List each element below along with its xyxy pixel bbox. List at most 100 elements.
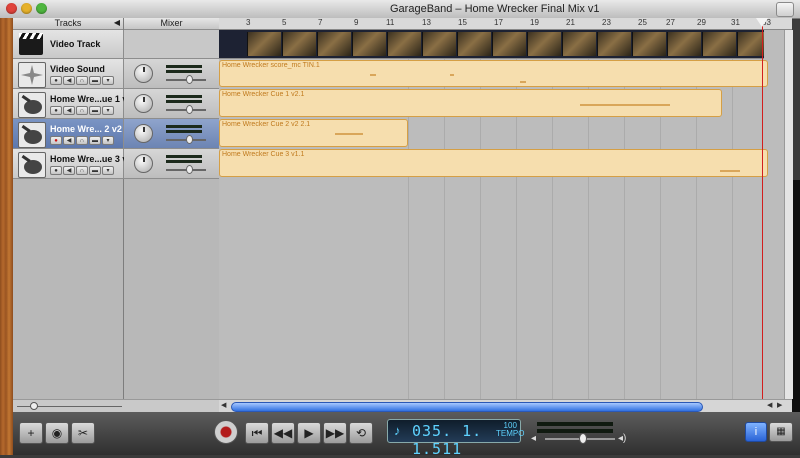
mute-button[interactable]: ◀ [63, 106, 75, 115]
record-enable-button[interactable]: ● [50, 166, 62, 175]
track-header[interactable]: Video Sound ● ◀ ∩ ▬ ▾ [13, 59, 124, 88]
lock-button[interactable]: ▬ [89, 136, 101, 145]
ruler-number: 7 [318, 18, 323, 27]
play-button[interactable]: ▶ [297, 422, 321, 444]
pan-knob[interactable] [134, 124, 153, 143]
solo-button[interactable]: ∩ [76, 76, 88, 85]
playhead[interactable] [762, 18, 763, 400]
video-frame [737, 32, 764, 56]
pan-knob[interactable] [134, 154, 153, 173]
waveform [720, 170, 740, 172]
level-meter-right [166, 160, 202, 163]
video-thumbnail-strip[interactable] [219, 30, 764, 59]
horizontal-scrollbar[interactable]: ◀ ◀ ▶ [219, 399, 792, 413]
video-frame [632, 32, 666, 56]
track-header-selected[interactable]: Home Wre... 2 v2 2 ● ◀ ∩ ▬ ▾ [13, 119, 129, 148]
guitar-icon [18, 92, 46, 118]
ruler-number: 23 [602, 18, 611, 27]
track-menu-button[interactable]: ▾ [102, 106, 114, 115]
fast-forward-button[interactable]: ▶▶ [323, 422, 347, 444]
region-label: Home Wrecker Cue 2 v2 2.1 [222, 121, 311, 128]
video-frame [247, 32, 281, 56]
record-enable-button[interactable]: ● [50, 136, 62, 145]
audio-region[interactable]: Home Wrecker Cue 2 v2 2.1 [219, 119, 408, 147]
lock-button[interactable]: ▬ [89, 106, 101, 115]
pan-knob[interactable] [134, 64, 153, 83]
zoom-window-button[interactable] [36, 3, 47, 14]
mute-button[interactable]: ◀ [63, 166, 75, 175]
track-row[interactable]: Home Wre...ue 3 v1 ● ◀ ∩ ▬ ▾ [13, 149, 219, 179]
video-frame [562, 32, 596, 56]
add-track-button[interactable]: + [19, 422, 43, 444]
record-enable-button[interactable]: ● [50, 106, 62, 115]
master-volume-thumb[interactable] [579, 433, 587, 444]
scroll-right-icon[interactable]: ▶ [777, 401, 782, 409]
lcd-display[interactable]: ♪ 035. 1. 1.511 100 TEMPO [387, 419, 524, 458]
video-frame [492, 32, 526, 56]
playhead-handle[interactable] [756, 18, 768, 27]
editor-button[interactable]: ✂ [71, 422, 95, 444]
track-row[interactable]: Home Wre...ue 1 v2 ● ◀ ∩ ▬ ▾ [13, 89, 219, 119]
zoom-slider-thumb[interactable] [30, 402, 38, 410]
horizontal-scroll-thumb[interactable] [231, 402, 703, 412]
mute-button[interactable]: ◀ [63, 76, 75, 85]
timeline-ruler[interactable]: 3 5 7 9 11 13 15 17 19 21 23 25 27 29 31… [219, 18, 792, 30]
media-icon: ▦ [776, 426, 786, 437]
audio-region[interactable]: Home Wrecker Cue 1 v2.1 [219, 89, 722, 117]
audio-region[interactable]: Home Wrecker score_mc TIN.1 [219, 60, 768, 87]
track-menu-button[interactable]: ▾ [102, 166, 114, 175]
volume-slider-thumb[interactable] [186, 165, 193, 174]
pan-knob[interactable] [134, 94, 153, 113]
mixer-header: Mixer [124, 18, 219, 30]
volume-slider-thumb[interactable] [186, 75, 193, 84]
lock-button[interactable]: ▬ [89, 76, 101, 85]
track-header[interactable]: Home Wre...ue 3 v1 ● ◀ ∩ ▬ ▾ [13, 149, 132, 178]
ruler-number: 21 [566, 18, 575, 27]
ruler-number: 19 [530, 18, 539, 27]
solo-button[interactable]: ∩ [76, 106, 88, 115]
loop-browser-button[interactable]: ◉ [45, 422, 69, 444]
vertical-scrollbar[interactable] [784, 30, 793, 399]
track-row[interactable]: Video Sound ● ◀ ∩ ▬ ▾ [13, 59, 219, 89]
lock-button[interactable]: ▬ [89, 166, 101, 175]
scissors-icon: ✂ [77, 426, 89, 440]
media-browser-button[interactable]: ▦ [769, 422, 793, 442]
cycle-icon: ⟲ [355, 426, 367, 440]
video-frame [527, 32, 561, 56]
ruler-number: 11 [386, 18, 395, 27]
cycle-button[interactable]: ⟲ [349, 422, 373, 444]
plus-icon: + [27, 426, 35, 440]
level-meter-left [166, 125, 202, 128]
mute-button[interactable]: ◀ [63, 136, 75, 145]
audio-region[interactable]: Home Wrecker Cue 3 v1.1 [219, 149, 768, 177]
track-buttons: ● ◀ ∩ ▬ ▾ [50, 166, 114, 175]
master-level-meter-left [537, 422, 613, 426]
record-enable-button[interactable]: ● [50, 76, 62, 85]
guitar-icon [18, 152, 46, 178]
solo-button[interactable]: ∩ [76, 136, 88, 145]
tracks-header-label: Tracks [54, 18, 82, 28]
go-to-start-button[interactable]: ⏮ [245, 422, 269, 444]
track-header[interactable]: Home Wre...ue 1 v2 ● ◀ ∩ ▬ ▾ [13, 89, 132, 118]
tracks-header[interactable]: Tracks ◀ [13, 18, 123, 30]
solo-button[interactable]: ∩ [76, 166, 88, 175]
record-button[interactable] [214, 420, 238, 444]
track-info-button[interactable]: i [745, 422, 767, 442]
track-menu-button[interactable]: ▾ [102, 76, 114, 85]
toolbar-toggle-button[interactable] [776, 2, 794, 17]
rewind-button[interactable]: ◀◀ [271, 422, 295, 444]
track-row[interactable]: Home Wre... 2 v2 2 ● ◀ ∩ ▬ ▾ [13, 119, 219, 149]
volume-slider-thumb[interactable] [186, 135, 193, 144]
volume-slider-thumb[interactable] [186, 105, 193, 114]
minimize-window-button[interactable] [21, 3, 32, 14]
ruler-number: 31 [731, 18, 740, 27]
track-menu-button[interactable]: ▾ [102, 136, 114, 145]
close-window-button[interactable] [6, 3, 17, 14]
scroll-left-icon[interactable]: ◀ [221, 401, 226, 409]
track-buttons: ● ◀ ∩ ▬ ▾ [50, 76, 114, 85]
window-title: GarageBand – Home Wrecker Final Mix v1 [390, 3, 600, 15]
video-track-header[interactable]: Video Track [13, 30, 124, 59]
ruler-number: 27 [666, 18, 675, 27]
scroll-left-icon[interactable]: ◀ [767, 401, 772, 409]
collapse-mixer-icon[interactable]: ◀ [114, 18, 120, 27]
